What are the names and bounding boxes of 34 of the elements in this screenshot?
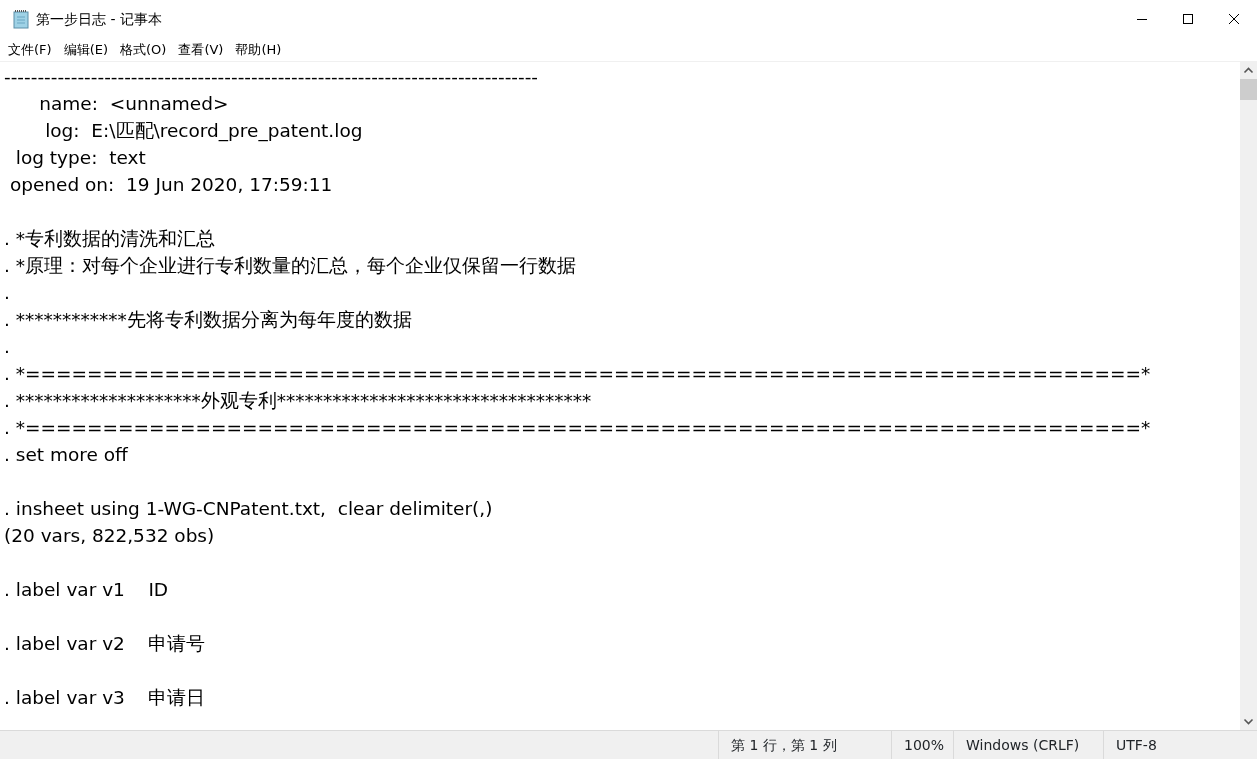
log-line: . — [4, 281, 11, 305]
log-line: . ********************外观专利********************************** — [4, 389, 593, 413]
status-text: 第 1 行，第 1 列 — [718, 731, 891, 759]
log-line: (20 vars, 822,532 obs) — [4, 524, 216, 548]
menu-item[interactable]: 编辑(E) — [57, 39, 114, 60]
log-line: . label var v3 申请日 — [4, 686, 207, 710]
log-line: . — [4, 335, 11, 359]
log-line: name: <unnamed> — [38, 92, 230, 116]
log-line: . set more off — [4, 443, 129, 467]
log-line: . label var v1 ID — [4, 578, 170, 602]
menu-item[interactable]: 查看(V) — [172, 39, 230, 60]
menu-item[interactable]: 格式(O) — [114, 39, 173, 60]
log-line: opened on: 19 Jun 2020, 17:59:11 — [8, 173, 334, 197]
scrollbar[interactable] — [1240, 62, 1257, 730]
close-icon — [1228, 13, 1240, 25]
window-title: 第一步日志 - 记事本 — [36, 9, 162, 29]
scroll-thumb[interactable] — [1240, 79, 1257, 100]
maximize-icon — [1182, 13, 1194, 25]
log-line: . *原理：对每个企业进行专利数量的汇总，每个企业仅保留一行数据 — [4, 254, 577, 278]
log-line: . label var v2 申请号 — [4, 632, 207, 656]
log-line: . *专利数据的清洗和汇总 — [4, 227, 216, 251]
status-text: 100% — [891, 731, 953, 759]
log-line: -------------------------------------------------------------------------------- — [4, 65, 540, 89]
log-line: . *========================================================================* — [4, 416, 1152, 440]
notepad-icon — [12, 9, 30, 29]
menu-item[interactable]: 文件(F) — [2, 39, 58, 60]
status-text: Windows (CRLF) — [953, 731, 1103, 759]
log-line: . ************先将专利数据分离为每年度的数据 — [4, 308, 413, 332]
log-line: . insheet using 1-WG-CNPatent.txt, clear delimiter(,) — [4, 497, 494, 521]
menu-item[interactable]: 帮助(H) — [229, 39, 288, 60]
log-line: log type: text — [14, 146, 147, 170]
log-line: log: E:\匹配\record_pre_patent.log — [44, 119, 364, 144]
log-line: . *========================================================================* — [4, 362, 1152, 386]
status-text: UTF-8 — [1103, 731, 1240, 759]
